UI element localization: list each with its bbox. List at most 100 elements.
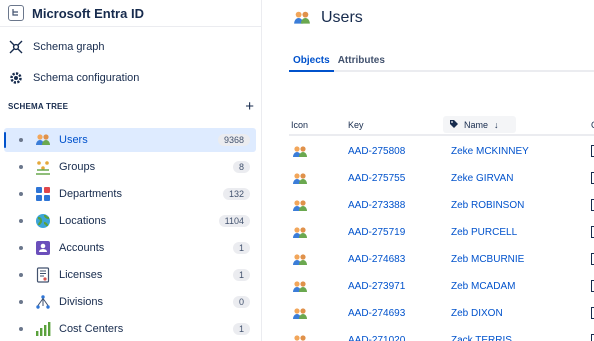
table-row[interactable]: AAD-275755 Zeke GIRVAN [289,166,594,193]
users-icon [292,144,308,160]
schema-tree-header: SCHEMA TREE + [8,98,254,114]
users-icon [292,171,308,187]
object-key-link[interactable]: AAD-275719 [348,227,405,238]
groups-icon [35,159,51,175]
tree-item-label: Users [59,134,88,146]
tab-bar: Objects Attributes [289,50,594,72]
main-content: Users Objects Attributes Icon Key Name ↓… [263,0,594,341]
object-key-link[interactable]: AAD-274683 [348,254,405,265]
license-icon [35,267,51,283]
tree-item-label: Departments [59,188,122,200]
gear-icon [8,70,24,86]
tree-item-groups[interactable]: Groups 8 [4,155,256,179]
users-icon [292,306,308,322]
object-key-link[interactable]: AAD-273388 [348,200,405,211]
count-badge: 1 [232,269,250,281]
object-name-link[interactable]: Zeke GIRVAN [451,173,513,184]
users-icon [292,252,308,268]
table-row[interactable]: AAD-275719 Zeb PURCELL [289,220,594,247]
departments-icon [35,186,51,202]
divider [0,26,262,27]
table-row[interactable]: AAD-274693 Zeb DIXON [289,301,594,328]
bullet [19,273,23,277]
object-key-link[interactable]: AAD-274693 [348,308,405,319]
tree-item-cost-centers[interactable]: Cost Centers 1 [4,317,256,341]
bullet [19,246,23,250]
object-name-link[interactable]: Zeke MCKINNEY [451,146,529,157]
object-name-link[interactable]: Zack TERRIS [451,335,512,341]
object-key-link[interactable]: AAD-275755 [348,173,405,184]
tree-item-locations[interactable]: Locations 1104 [4,209,256,233]
bullet [19,300,23,304]
count-badge: 9368 [217,134,250,146]
users-icon [292,225,308,241]
bullet [19,138,23,142]
object-name-link[interactable]: Zeb ROBINSON [451,200,524,211]
tree-item-label: Locations [59,215,107,227]
graph-icon [8,39,24,55]
tree-item-label: Licenses [59,269,103,281]
object-name-link[interactable]: Zeb MCADAM [451,281,515,292]
column-header-icon: Icon [291,120,309,130]
tree-item-label: Accounts [59,242,105,254]
count-badge: 1104 [218,215,250,227]
tree-item-users[interactable]: Users 9368 [4,128,256,152]
table-header: Icon Key Name ↓ C [289,114,594,136]
divisions-icon [35,294,51,310]
page-header: Users [293,6,363,30]
sort-arrow-down-icon: ↓ [494,119,499,130]
app-header: Microsoft Entra ID [8,2,144,24]
nav-label: Schema configuration [33,72,140,84]
table-row[interactable]: AAD-274683 Zeb MCBURNIE [289,247,594,274]
tree-item-licenses[interactable]: Licenses 1 [4,263,256,287]
sidebar: Microsoft Entra ID Schema graph Schema c… [0,0,262,341]
chart-icon [35,321,51,337]
users-icon [293,9,311,27]
add-button[interactable]: + [245,99,254,114]
tree-item-divisions[interactable]: Divisions 0 [4,290,256,314]
column-header-label: Name [464,119,489,130]
table-row[interactable]: AAD-273971 Zeb MCADAM [289,274,594,301]
account-icon [35,240,51,256]
tag-icon [449,119,459,131]
selection-indicator [4,132,6,148]
users-icon [292,333,308,341]
tree-item-accounts[interactable]: Accounts 1 [4,236,256,260]
column-header-key[interactable]: Key [348,118,364,132]
table-row[interactable]: AAD-271020 Zack TERRIS [289,328,594,341]
tree-item-label: Divisions [59,296,104,308]
bullet [19,192,23,196]
bullet [19,219,23,223]
object-key-link[interactable]: AAD-275808 [348,146,405,157]
nav-schema-configuration[interactable]: Schema configuration [8,67,139,89]
table-row[interactable]: AAD-275808 Zeke MCKINNEY [289,139,594,166]
object-name-link[interactable]: Zeb DIXON [451,308,503,319]
nav-schema-graph[interactable]: Schema graph [8,36,105,58]
hierarchy-icon [8,5,24,21]
table-row[interactable]: AAD-273388 Zeb ROBINSON [289,193,594,220]
users-icon [35,132,51,148]
object-key-link[interactable]: AAD-271020 [348,335,405,341]
users-icon [292,198,308,214]
count-badge: 1 [232,323,250,335]
count-badge: 0 [232,296,250,308]
app-title: Microsoft Entra ID [32,5,144,21]
count-badge: 8 [232,161,250,173]
schema-tree-title: SCHEMA TREE [8,101,69,111]
tree-item-label: Cost Centers [59,323,124,335]
column-header-name[interactable]: Name ↓ [443,116,516,133]
users-icon [292,279,308,295]
tab-attributes[interactable]: Attributes [334,50,389,70]
object-name-link[interactable]: Zeb MCBURNIE [451,254,524,265]
tree-item-departments[interactable]: Departments 132 [4,182,256,206]
nav-label: Schema graph [33,41,105,53]
bullet [19,327,23,331]
page-title: Users [321,9,363,26]
bullet [19,165,23,169]
object-name-link[interactable]: Zeb PURCELL [451,227,517,238]
tree-item-label: Groups [59,161,96,173]
globe-icon [35,213,51,229]
tab-objects[interactable]: Objects [289,50,334,72]
count-badge: 1 [232,242,250,254]
object-key-link[interactable]: AAD-273971 [348,281,405,292]
